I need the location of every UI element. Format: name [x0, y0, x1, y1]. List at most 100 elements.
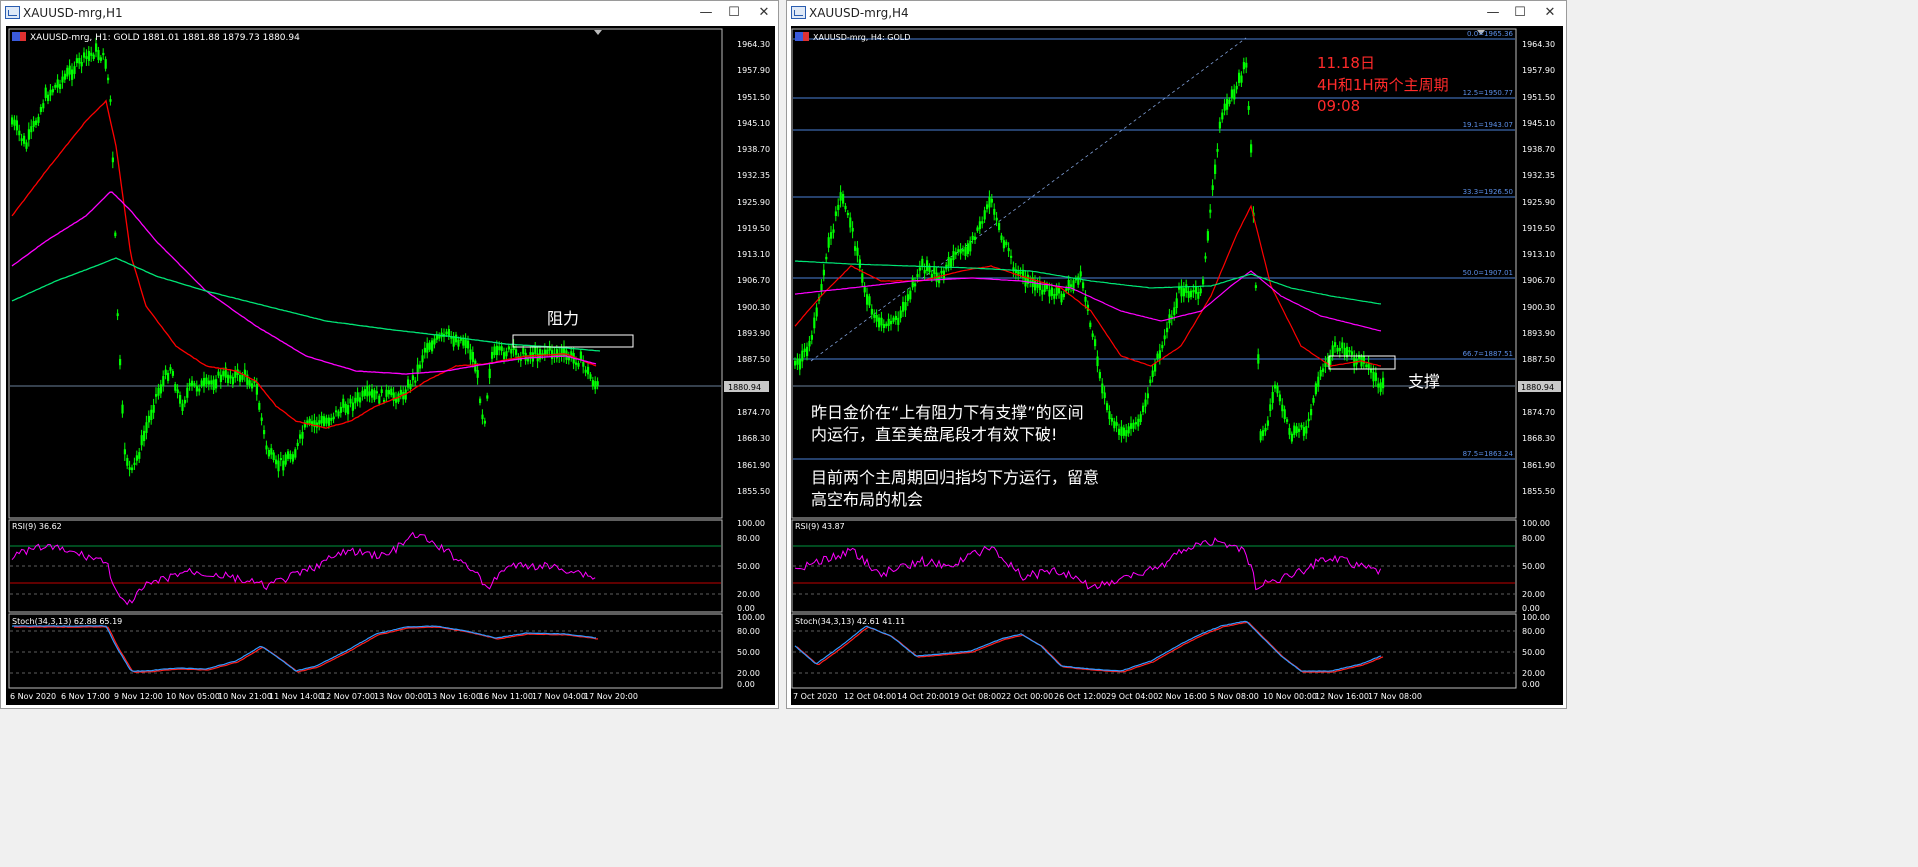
- maximize-icon[interactable]: ☐: [720, 3, 748, 23]
- price-tick: 1938.70: [1522, 145, 1555, 154]
- candle-body: [1187, 291, 1190, 298]
- price-tick: 1868.30: [1522, 434, 1555, 443]
- candle-body: [471, 352, 474, 362]
- candle-body: [1305, 426, 1308, 434]
- candle-body: [75, 58, 78, 64]
- candle-body: [1050, 287, 1053, 296]
- window-titlebar[interactable]: XAUUSD-mrg,H4 — ☐ ✕: [787, 1, 1566, 25]
- candle-body: [808, 340, 811, 347]
- chart-window-h4[interactable]: XAUUSD-mrg,H4 — ☐ ✕ XAUUSD-mrg, H4: GOLD…: [786, 0, 1567, 709]
- candle-body: [1010, 255, 1013, 258]
- candle-body: [431, 340, 434, 352]
- rsi-scale-tick: 80.00: [737, 534, 760, 543]
- candle-body: [210, 380, 213, 385]
- candle-body: [323, 416, 326, 427]
- candle-body: [109, 99, 112, 102]
- price-axis: 1964.30 1957.90 1951.50 1945.10 1938.70 …: [1518, 40, 1561, 496]
- candle-body: [491, 351, 494, 359]
- candle-body: [174, 384, 177, 391]
- time-tick: 13 Nov 00:00: [374, 692, 428, 701]
- candle-body: [162, 376, 165, 387]
- candle-body: [1197, 292, 1200, 299]
- chart-area[interactable]: XAUUSD-mrg, H4: GOLD 0.0=1965.36 12.5=19…: [791, 26, 1563, 705]
- stoch-scale-tick: 50.00: [1522, 648, 1545, 657]
- candle-body: [1317, 376, 1320, 387]
- candle-body: [39, 106, 42, 112]
- candle-body: [990, 198, 993, 203]
- time-axis: 6 Nov 2020 6 Nov 17:00 9 Nov 12:00 10 No…: [10, 692, 638, 701]
- candle-body: [493, 346, 496, 356]
- candle-body: [18, 130, 21, 136]
- candle-body: [1259, 431, 1262, 441]
- candle-body: [801, 350, 804, 362]
- candle-body: [918, 267, 921, 271]
- candle-body: [361, 390, 364, 397]
- candle-body: [1372, 371, 1375, 382]
- maximize-icon[interactable]: ☐: [1506, 3, 1534, 23]
- price-tick: 1887.50: [737, 355, 770, 364]
- candle-body: [1247, 105, 1250, 110]
- candle-body: [885, 323, 888, 327]
- candle-body: [447, 328, 450, 337]
- minimize-icon[interactable]: —: [692, 3, 720, 23]
- candle-body: [469, 349, 472, 360]
- minimize-icon[interactable]: —: [1479, 3, 1507, 23]
- candle-body: [846, 212, 849, 216]
- note-title: 4H和1H两个主周期: [1317, 76, 1449, 94]
- window-titlebar[interactable]: XAUUSD-mrg,H1 — ☐ ✕: [1, 1, 778, 25]
- candle-body: [904, 302, 907, 311]
- candle-body: [930, 273, 933, 278]
- candle-body: [868, 296, 871, 306]
- candle-body: [503, 352, 506, 360]
- candle-body: [966, 243, 969, 254]
- price-tick: 1855.50: [737, 487, 770, 496]
- candle-body: [92, 54, 95, 59]
- candle-body: [363, 389, 366, 396]
- candle-body: [1350, 351, 1353, 355]
- candle-body: [119, 358, 122, 366]
- candle-body: [344, 403, 347, 413]
- candle-body: [231, 376, 234, 385]
- candle-body: [426, 343, 429, 353]
- candle-body: [1091, 333, 1094, 337]
- candle-body: [1286, 419, 1289, 422]
- candle-body: [260, 417, 263, 421]
- candle-body: [515, 349, 518, 355]
- candle-body: [1192, 289, 1195, 293]
- candle-body: [371, 389, 374, 398]
- price-tick: 1861.90: [1522, 461, 1555, 470]
- candle-body: [1288, 428, 1291, 435]
- candle-body: [421, 355, 424, 363]
- close-icon[interactable]: ✕: [750, 3, 778, 23]
- stoch-scale-tick: 80.00: [1522, 627, 1545, 636]
- candle-body: [111, 157, 114, 163]
- candle-body: [399, 389, 402, 395]
- chart-canvas[interactable]: XAUUSD-mrg, H1: GOLD 1881.01 1881.88 187…: [6, 26, 775, 705]
- candle-body: [1223, 103, 1226, 111]
- candle-body: [13, 119, 16, 126]
- candle-body: [565, 350, 568, 360]
- stoch-scale-tick: 20.00: [1522, 669, 1545, 678]
- close-icon[interactable]: ✕: [1536, 3, 1564, 23]
- chart-area[interactable]: XAUUSD-mrg, H1: GOLD 1881.01 1881.88 187…: [6, 26, 775, 705]
- candle-body: [1331, 345, 1334, 357]
- price-tick: 1919.50: [1522, 224, 1555, 233]
- chart-canvas[interactable]: XAUUSD-mrg, H4: GOLD 0.0=1965.36 12.5=19…: [791, 26, 1563, 705]
- candle-body: [1377, 383, 1380, 388]
- fib-label: 87.5=1863.24: [1463, 450, 1514, 458]
- rsi-scale-tick: 0.00: [737, 604, 755, 613]
- candle-body: [85, 56, 88, 60]
- candle-body: [1190, 290, 1193, 298]
- candle-body: [495, 345, 498, 356]
- candle-body: [1089, 322, 1092, 328]
- candle-body: [169, 367, 172, 371]
- candle-body: [217, 371, 220, 376]
- candle-body: [1146, 393, 1149, 399]
- candle-body: [1048, 289, 1051, 297]
- candle-body: [423, 347, 426, 353]
- time-tick: 12 Oct 04:00: [844, 692, 896, 701]
- candle-body: [794, 360, 797, 366]
- price-tick: 1887.50: [1522, 355, 1555, 364]
- chart-window-h1[interactable]: XAUUSD-mrg,H1 — ☐ ✕ XAUUSD-mrg, H1: GOLD…: [0, 0, 779, 709]
- time-tick: 13 Nov 16:00: [427, 692, 481, 701]
